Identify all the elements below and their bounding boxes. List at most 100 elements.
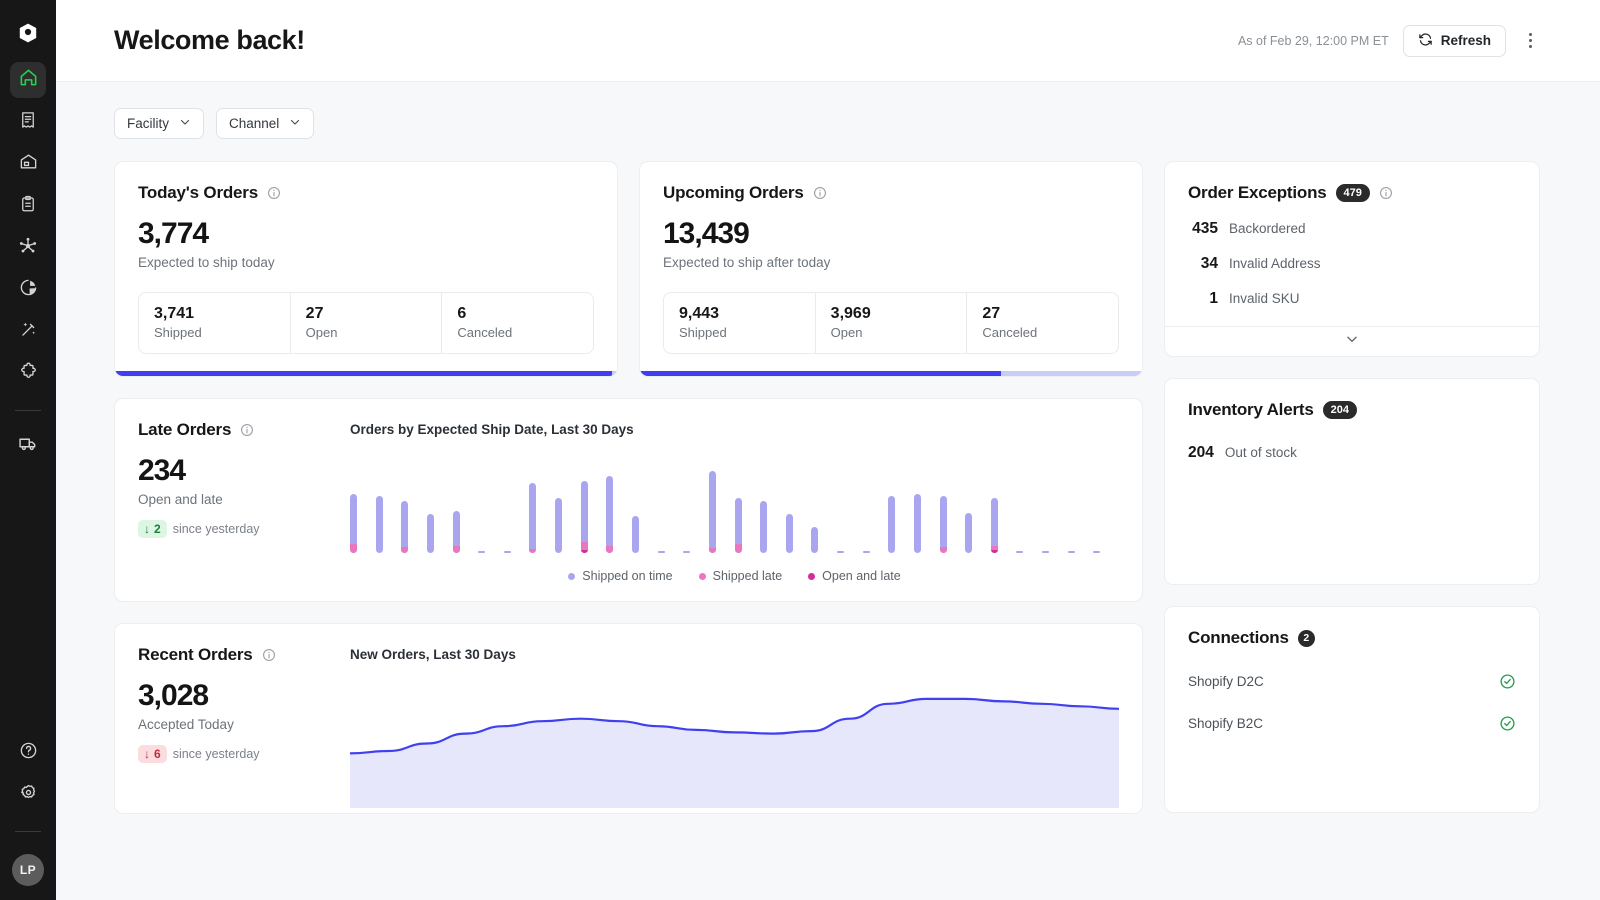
stat-open[interactable]: 27 Open — [291, 293, 443, 353]
info-icon[interactable] — [813, 186, 827, 200]
stat-shipped[interactable]: 9,443 Shipped — [664, 293, 816, 353]
card-late-orders[interactable]: Late Orders 234 Open and late ↓ 2 since … — [114, 398, 1143, 602]
legend-item[interactable]: Shipped late — [698, 569, 782, 583]
progress-fill — [640, 371, 1002, 376]
bar-chart-bar[interactable] — [503, 551, 511, 553]
exception-row[interactable]: 435 Backordered — [1188, 220, 1516, 238]
sidebar-item-automation[interactable] — [10, 314, 46, 350]
bar-chart-bar[interactable] — [606, 475, 614, 553]
filter-channel[interactable]: Channel — [216, 108, 315, 139]
card-inventory-alerts[interactable]: Inventory Alerts 204 204 Out of stock — [1164, 378, 1540, 585]
connection-row[interactable]: Shopify D2C — [1188, 673, 1516, 690]
sidebar-item-settings[interactable] — [10, 777, 46, 813]
stat-canceled[interactable]: 6 Canceled — [442, 293, 593, 353]
stat-value: 3,969 — [830, 305, 871, 322]
stat-open[interactable]: 3,969 Open — [816, 293, 968, 353]
bar-chart-bar[interactable] — [734, 497, 742, 553]
bar-chart-bar[interactable] — [1067, 551, 1075, 553]
sidebar-item-shipping[interactable] — [10, 427, 46, 463]
todays-orders-title: Today's Orders — [138, 183, 258, 202]
exception-row[interactable]: 1 Invalid SKU — [1188, 290, 1516, 308]
card-upcoming-orders[interactable]: Upcoming Orders 13,439 Expected to ship … — [639, 161, 1143, 377]
bar-chart-bar[interactable] — [657, 551, 665, 553]
progress-fill — [115, 371, 612, 376]
bar-chart-bar[interactable] — [631, 516, 639, 553]
connections-title: Connections — [1188, 628, 1289, 647]
area-chart-plot[interactable] — [350, 684, 1119, 813]
upcoming-orders-progress — [640, 371, 1142, 376]
recent-orders-value: 3,028 — [138, 679, 209, 712]
bar-chart-bar[interactable] — [1093, 551, 1101, 553]
area-chart-fill — [350, 698, 1119, 808]
bar-chart-bar[interactable] — [529, 483, 537, 553]
bar-segment-open-and-late — [990, 550, 998, 553]
bar-chart-bar[interactable] — [760, 501, 768, 553]
card-connections[interactable]: Connections 2 Shopify D2C Shopify B2C — [1164, 606, 1540, 813]
bar-segment-shipped-late — [939, 547, 947, 553]
stat-shipped[interactable]: 3,741 Shipped — [139, 293, 291, 353]
bar-chart-bar[interactable] — [965, 512, 973, 553]
sidebar-item-integrations[interactable] — [10, 356, 46, 392]
bar-chart-bar[interactable] — [1042, 551, 1050, 553]
bar-chart-bar[interactable] — [426, 514, 434, 553]
late-orders-summary: Late Orders 234 Open and late ↓ 2 since … — [138, 420, 350, 583]
info-icon[interactable] — [262, 648, 276, 662]
bar-chart-bar[interactable] — [939, 495, 947, 553]
sidebar-item-help[interactable] — [10, 735, 46, 771]
recent-orders-summary: Recent Orders 3,028 Accepted Today ↓ 6 s… — [138, 645, 350, 813]
legend-item[interactable]: Shipped on time — [568, 569, 673, 583]
legend-item[interactable]: Open and late — [808, 569, 901, 583]
sidebar-item-tasks[interactable] — [10, 188, 46, 224]
kebab-dot — [1528, 33, 1532, 36]
card-recent-orders[interactable]: Recent Orders 3,028 Accepted Today ↓ 6 s… — [114, 623, 1143, 814]
todays-orders-header: Today's Orders — [138, 183, 594, 203]
todays-orders-stats: 3,741 Shipped 27 Open 6 Canceled — [138, 292, 594, 354]
sidebar-item-analytics[interactable] — [10, 272, 46, 308]
bar-chart-bar[interactable] — [375, 495, 383, 553]
info-icon[interactable] — [1379, 186, 1393, 200]
bar-chart-plot[interactable] — [350, 461, 1119, 553]
exception-row[interactable]: 34 Invalid Address — [1188, 255, 1516, 273]
stat-canceled[interactable]: 27 Canceled — [967, 293, 1118, 353]
bar-chart-bar[interactable] — [708, 471, 716, 553]
bar-chart-bar[interactable] — [580, 481, 588, 553]
refresh-button[interactable]: Refresh — [1402, 24, 1506, 57]
hexagon-logo[interactable] — [13, 18, 43, 48]
dashboard-app: LP Welcome back! As of Feb 29, 12:00 PM … — [0, 0, 1600, 900]
inventory-alerts-badge: 204 — [1322, 400, 1357, 420]
info-icon[interactable] — [240, 423, 254, 437]
recent-orders-chart: New Orders, Last 30 Days — [350, 645, 1119, 813]
sidebar-item-network[interactable] — [10, 230, 46, 266]
avatar[interactable]: LP — [12, 854, 44, 886]
bar-chart-bar[interactable] — [837, 551, 845, 553]
info-icon[interactable] — [267, 186, 281, 200]
card-todays-orders[interactable]: Today's Orders 3,774 Expected to ship to… — [114, 161, 618, 377]
sidebar-item-orders[interactable] — [10, 104, 46, 140]
filter-facility-label: Facility — [127, 116, 170, 131]
sidebar-item-warehouse[interactable] — [10, 146, 46, 182]
filter-facility[interactable]: Facility — [114, 108, 205, 139]
bar-chart-bar[interactable] — [452, 510, 460, 553]
bar-chart-bar[interactable] — [350, 494, 357, 553]
bar-chart-bar[interactable] — [785, 514, 793, 553]
sidebar-item-home[interactable] — [10, 62, 46, 98]
bar-chart-bar[interactable] — [478, 551, 486, 553]
bar-chart-bar[interactable] — [913, 494, 921, 553]
inventory-label: Out of stock — [1224, 445, 1297, 460]
connection-row[interactable]: Shopify B2C — [1188, 715, 1516, 732]
bar-chart-bar[interactable] — [683, 551, 691, 553]
bar-chart-bar[interactable] — [811, 527, 819, 553]
stat-value: 27 — [305, 305, 324, 322]
bar-chart-bar[interactable] — [862, 551, 870, 553]
bar-chart-bar[interactable] — [990, 497, 998, 553]
inventory-row[interactable]: 204 Out of stock — [1188, 444, 1516, 462]
bar-chart-bar[interactable] — [888, 495, 896, 553]
bar-chart-bar[interactable] — [1016, 551, 1024, 553]
kebab-menu-icon[interactable] — [1520, 33, 1540, 48]
card-order-exceptions[interactable]: Order Exceptions 479 435 Backordered 34 … — [1164, 161, 1540, 357]
order-exceptions-expand[interactable] — [1165, 326, 1539, 356]
exception-label: Backordered — [1229, 221, 1306, 236]
todays-orders-value: 3,774 — [138, 217, 209, 250]
bar-chart-bar[interactable] — [555, 497, 563, 553]
bar-chart-bar[interactable] — [401, 501, 409, 553]
